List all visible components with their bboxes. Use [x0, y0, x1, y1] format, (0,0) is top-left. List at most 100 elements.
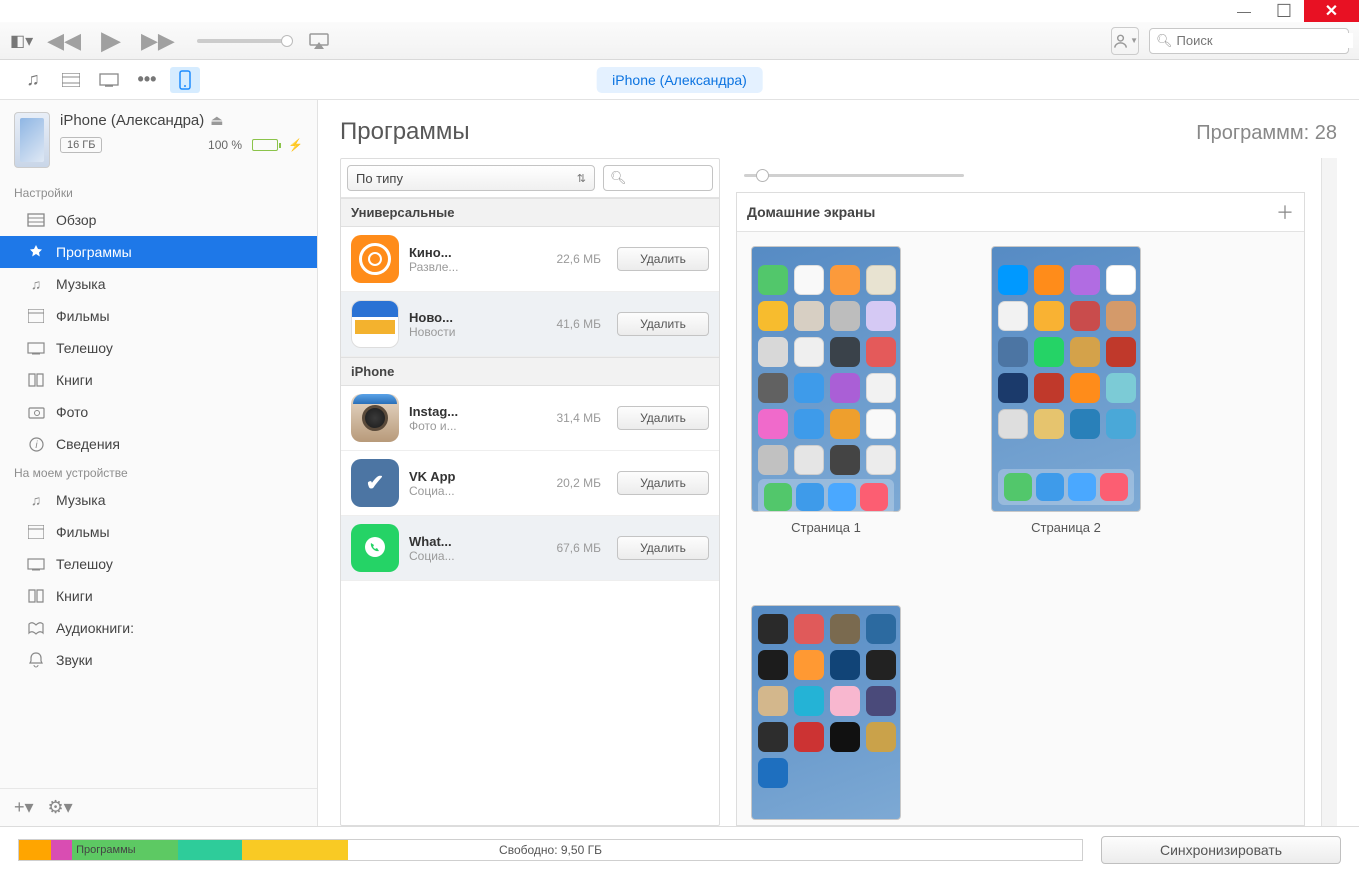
- hs-app-icon[interactable]: [866, 301, 896, 331]
- sidebar-settings-tv[interactable]: Телешоу: [0, 332, 317, 364]
- home-screen-page[interactable]: Страница 1: [751, 246, 901, 535]
- home-screen-page[interactable]: Страница 2: [991, 246, 1141, 535]
- hs-app-icon[interactable]: [998, 301, 1028, 331]
- remove-app-button[interactable]: Удалить: [617, 471, 709, 495]
- settings-gear-icon[interactable]: ⚙▾: [48, 797, 73, 818]
- hs-app-icon[interactable]: [794, 409, 824, 439]
- hs-app-icon[interactable]: [758, 409, 788, 439]
- sort-select[interactable]: По типу ⇅: [347, 165, 595, 191]
- dock-app-icon[interactable]: [860, 483, 888, 511]
- hs-app-icon[interactable]: [758, 265, 788, 295]
- sidebar-settings-info[interactable]: iСведения: [0, 428, 317, 460]
- sidebar-ondevice-movies[interactable]: Фильмы: [0, 516, 317, 548]
- sidebar-toggle-icon[interactable]: ◧▾: [10, 31, 33, 51]
- hs-app-icon[interactable]: [794, 373, 824, 403]
- hs-app-icon[interactable]: [1070, 301, 1100, 331]
- hs-app-icon[interactable]: [830, 686, 860, 716]
- tab-tv[interactable]: [94, 67, 124, 93]
- hs-app-icon[interactable]: [998, 373, 1028, 403]
- search-box[interactable]: 🔍︎: [1149, 28, 1349, 54]
- hs-app-icon[interactable]: [1106, 373, 1136, 403]
- hs-app-icon[interactable]: [758, 301, 788, 331]
- hs-app-icon[interactable]: [1106, 265, 1136, 295]
- hs-app-icon[interactable]: [1070, 373, 1100, 403]
- tab-device[interactable]: [170, 67, 200, 93]
- hs-app-icon[interactable]: [830, 301, 860, 331]
- hs-app-icon[interactable]: [830, 409, 860, 439]
- hs-app-icon[interactable]: [866, 686, 896, 716]
- remove-app-button[interactable]: Удалить: [617, 312, 709, 336]
- hs-app-icon[interactable]: [1106, 337, 1136, 367]
- sidebar-ondevice-books[interactable]: Книги: [0, 580, 317, 612]
- hs-app-icon[interactable]: [794, 445, 824, 475]
- next-track-button[interactable]: ▶▶: [135, 28, 181, 54]
- hs-app-icon[interactable]: [866, 445, 896, 475]
- airplay-icon[interactable]: [309, 33, 329, 49]
- hs-app-icon[interactable]: [830, 373, 860, 403]
- hs-app-icon[interactable]: [830, 650, 860, 680]
- account-button[interactable]: ▼: [1111, 27, 1139, 55]
- add-playlist-button[interactable]: +▾: [14, 797, 34, 818]
- hs-app-icon[interactable]: [1106, 409, 1136, 439]
- sidebar-settings-movies[interactable]: Фильмы: [0, 300, 317, 332]
- hs-app-icon[interactable]: [794, 337, 824, 367]
- hs-app-icon[interactable]: [758, 650, 788, 680]
- hs-app-icon[interactable]: [866, 722, 896, 752]
- dock-app-icon[interactable]: [828, 483, 856, 511]
- sidebar-settings-apps[interactable]: Программы: [0, 236, 317, 268]
- hs-app-icon[interactable]: [830, 265, 860, 295]
- scrollbar[interactable]: [1321, 158, 1337, 826]
- hs-app-icon[interactable]: [758, 445, 788, 475]
- remove-app-button[interactable]: Удалить: [617, 247, 709, 271]
- hs-app-icon[interactable]: [866, 409, 896, 439]
- hs-app-icon[interactable]: [866, 373, 896, 403]
- hs-app-icon[interactable]: [758, 373, 788, 403]
- hs-app-icon[interactable]: [830, 722, 860, 752]
- hs-app-icon[interactable]: [998, 337, 1028, 367]
- hs-app-icon[interactable]: [794, 301, 824, 331]
- hs-app-icon[interactable]: [758, 337, 788, 367]
- dock-app-icon[interactable]: [796, 483, 824, 511]
- sync-button[interactable]: Синхронизировать: [1101, 836, 1341, 864]
- hs-app-icon[interactable]: [1034, 373, 1064, 403]
- hs-app-icon[interactable]: [1034, 301, 1064, 331]
- dock-app-icon[interactable]: [1004, 473, 1032, 501]
- app-row[interactable]: What...Социа...67,6 МБУдалить: [341, 516, 719, 581]
- app-row[interactable]: ✔VK AppСоциа...20,2 МБУдалить: [341, 451, 719, 516]
- eject-button[interactable]: ⏏: [210, 112, 223, 129]
- sidebar-settings-overview[interactable]: Обзор: [0, 204, 317, 236]
- hs-app-icon[interactable]: [1070, 265, 1100, 295]
- dock-app-icon[interactable]: [1068, 473, 1096, 501]
- window-maximize[interactable]: ☐: [1264, 0, 1304, 22]
- hs-app-icon[interactable]: [830, 445, 860, 475]
- sidebar-ondevice-audiobooks[interactable]: Аудиокниги:: [0, 612, 317, 644]
- add-page-button[interactable]: ＋: [1276, 199, 1294, 225]
- hs-app-icon[interactable]: [758, 758, 788, 788]
- app-row[interactable]: Instag...Фото и...31,4 МБУдалить: [341, 386, 719, 451]
- app-row[interactable]: Кино...Развле...22,6 МБУдалить: [341, 227, 719, 292]
- hs-app-icon[interactable]: [1034, 265, 1064, 295]
- app-row[interactable]: Ново...Новости41,6 МБУдалить: [341, 292, 719, 357]
- tab-movies[interactable]: [56, 67, 86, 93]
- hs-app-icon[interactable]: [758, 686, 788, 716]
- hs-app-icon[interactable]: [866, 265, 896, 295]
- hs-app-icon[interactable]: [830, 614, 860, 644]
- hs-app-icon[interactable]: [1070, 409, 1100, 439]
- hs-app-icon[interactable]: [794, 265, 824, 295]
- window-close[interactable]: ✕: [1304, 0, 1359, 22]
- hs-app-icon[interactable]: [1070, 337, 1100, 367]
- hs-app-icon[interactable]: [866, 614, 896, 644]
- tab-more[interactable]: •••: [132, 67, 162, 93]
- hs-app-icon[interactable]: [1106, 301, 1136, 331]
- home-screen-page[interactable]: [751, 605, 901, 820]
- sidebar-settings-books[interactable]: Книги: [0, 364, 317, 396]
- prev-track-button[interactable]: ◀◀: [41, 28, 87, 54]
- volume-slider[interactable]: [197, 39, 287, 43]
- sidebar-ondevice-tones[interactable]: Звуки: [0, 644, 317, 676]
- sidebar-settings-music[interactable]: ♫Музыка: [0, 268, 317, 300]
- tab-music[interactable]: ♫: [18, 67, 48, 93]
- sidebar-ondevice-music[interactable]: ♫Музыка: [0, 484, 317, 516]
- sidebar-settings-photos[interactable]: Фото: [0, 396, 317, 428]
- dock-app-icon[interactable]: [764, 483, 792, 511]
- hs-app-icon[interactable]: [794, 650, 824, 680]
